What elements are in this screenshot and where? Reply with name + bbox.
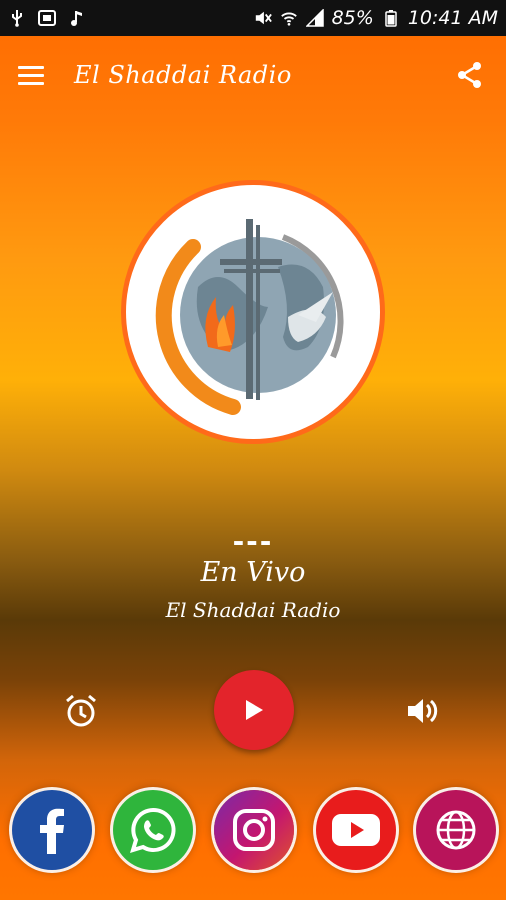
signal-icon xyxy=(305,9,324,27)
menu-icon-line xyxy=(18,65,44,69)
facebook-icon xyxy=(40,808,64,854)
instagram-button[interactable] xyxy=(214,790,294,870)
battery-icon xyxy=(382,9,400,27)
app-title: El Shaddai Radio xyxy=(74,61,292,89)
whatsapp-button[interactable] xyxy=(113,790,193,870)
play-icon xyxy=(246,700,263,720)
station-name: El Shaddai Radio xyxy=(165,598,341,622)
social-links xyxy=(0,790,506,872)
now-playing: --- En Vivo El Shaddai Radio xyxy=(0,525,506,622)
menu-button[interactable] xyxy=(18,57,54,93)
globe-icon xyxy=(436,810,476,850)
menu-icon-line xyxy=(18,73,44,77)
battery-percent: 85% xyxy=(331,7,374,29)
globe-cross-dove-logo xyxy=(155,219,344,415)
play-button[interactable] xyxy=(214,670,294,750)
app-toolbar: El Shaddai Radio xyxy=(0,36,506,114)
volume-button[interactable] xyxy=(402,692,440,730)
youtube-button[interactable] xyxy=(316,790,396,870)
clock: 10:41 AM xyxy=(407,7,498,29)
youtube-icon xyxy=(332,814,380,846)
music-note-icon xyxy=(68,9,86,27)
gallery-icon xyxy=(38,9,56,27)
facebook-button[interactable] xyxy=(12,790,92,870)
player-controls xyxy=(0,670,506,750)
usb-icon xyxy=(8,9,26,27)
status-left-icons xyxy=(8,9,86,27)
menu-icon-line xyxy=(18,81,44,85)
wifi-icon xyxy=(280,9,298,27)
whatsapp-icon xyxy=(130,807,176,853)
status-right-icons: 85% 10:41 AM xyxy=(254,7,498,29)
website-button[interactable] xyxy=(416,790,496,870)
alarm-clock-icon xyxy=(66,694,96,727)
mute-icon xyxy=(254,9,272,27)
alarm-button[interactable] xyxy=(62,692,100,730)
share-button[interactable] xyxy=(452,57,488,93)
track-placeholder: --- xyxy=(232,525,274,558)
track-title: En Vivo xyxy=(200,557,306,588)
instagram-icon xyxy=(233,809,275,851)
share-icon xyxy=(458,62,481,88)
status-bar: 85% 10:41 AM xyxy=(0,0,506,36)
station-logo xyxy=(121,180,385,444)
volume-icon xyxy=(408,699,438,723)
